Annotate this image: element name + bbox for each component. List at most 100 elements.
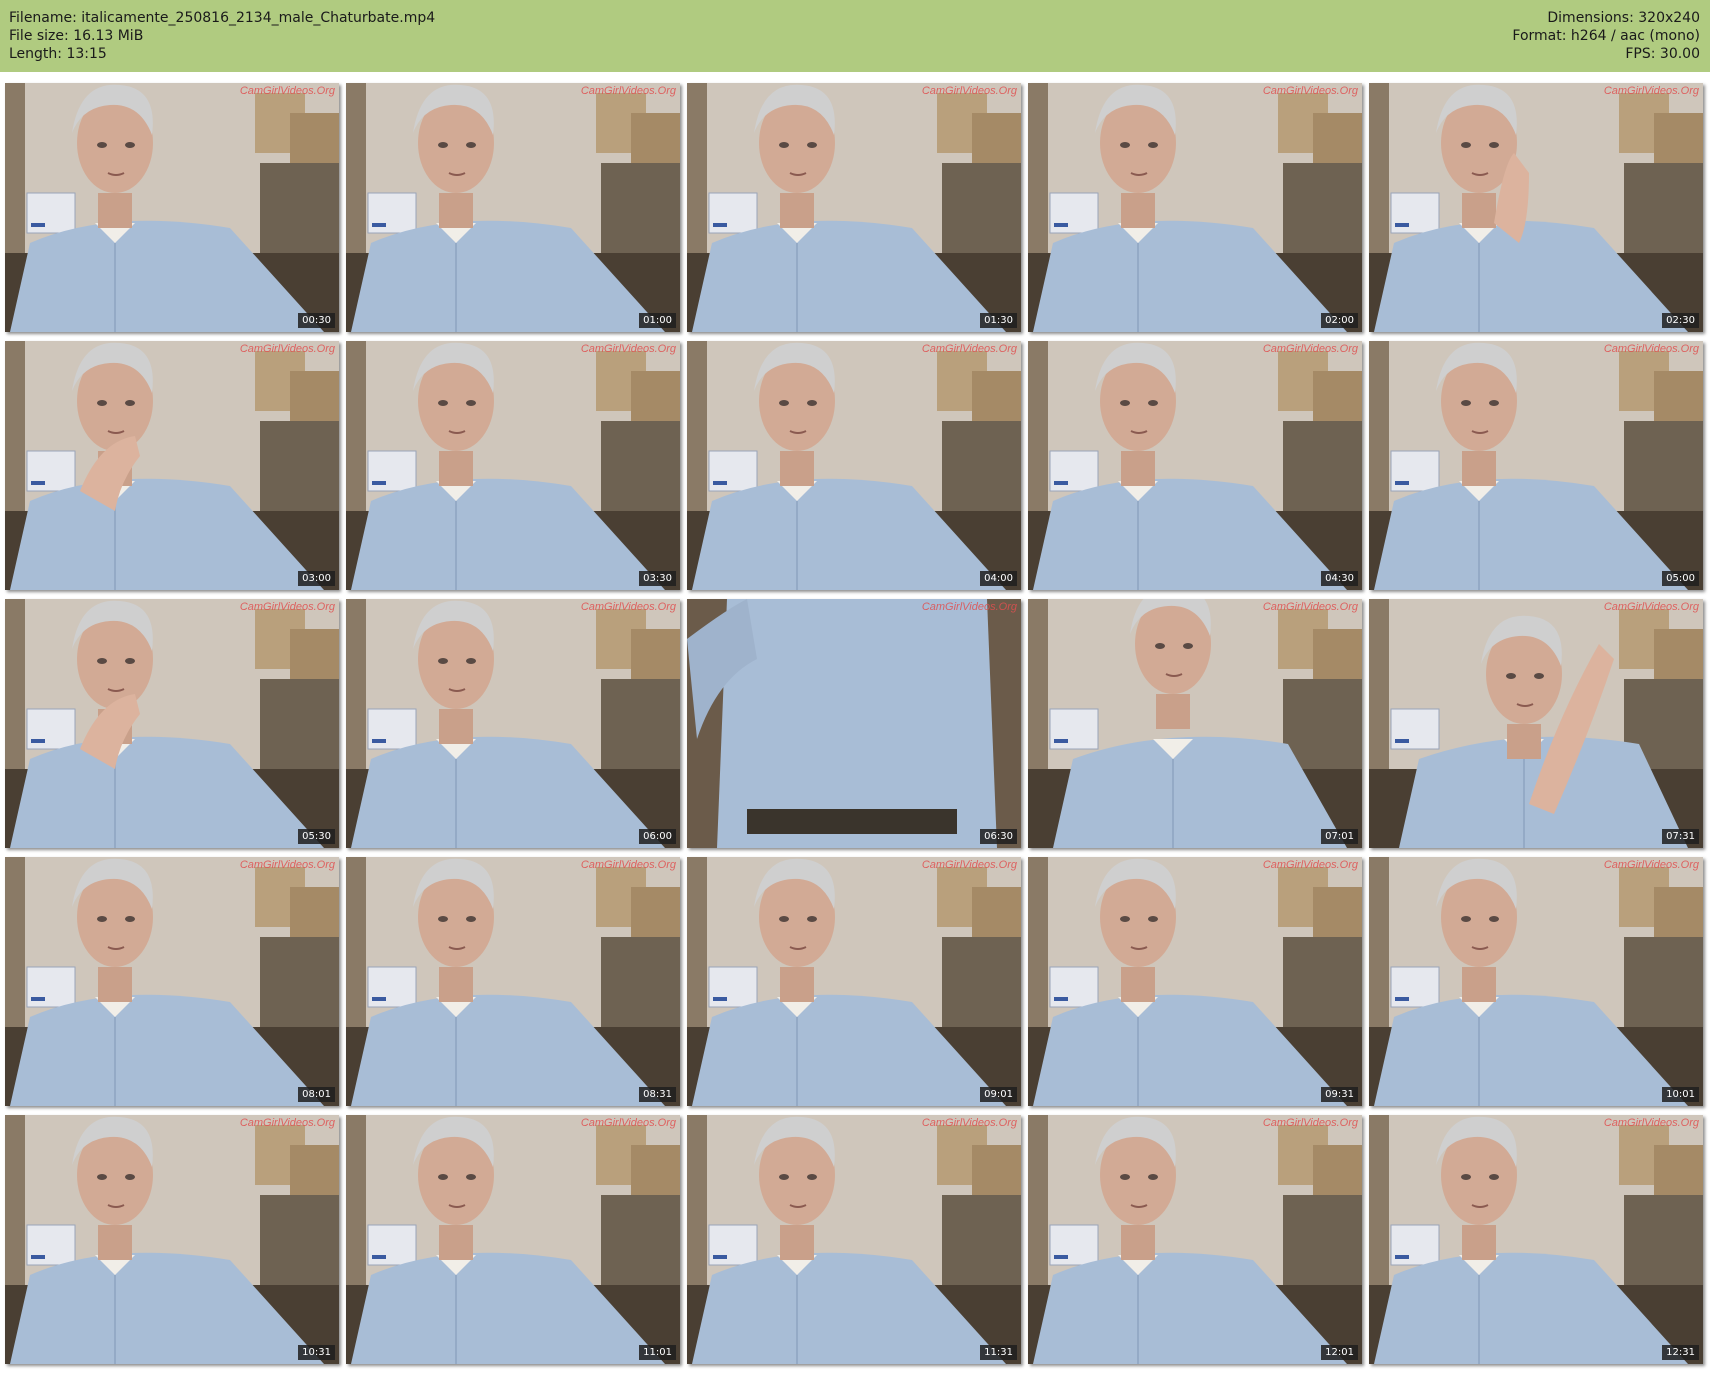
watermark-text: CamGirlVideos.Org: [921, 1117, 1017, 1129]
watermark-text: CamGirlVideos.Org: [239, 1117, 335, 1129]
thumbnail-frame: CamGirlVideos.Org 01:30: [687, 83, 1021, 332]
watermark-text: CamGirlVideos.Org: [580, 601, 676, 613]
watermark-text: CamGirlVideos.Org: [1603, 1117, 1699, 1129]
timestamp-label: 04:30: [1321, 571, 1358, 586]
watermark-text: CamGirlVideos.Org: [1262, 1117, 1358, 1129]
timestamp-label: 05:30: [298, 829, 335, 844]
watermark-text: CamGirlVideos.Org: [1262, 343, 1358, 355]
thumbnail-frame: CamGirlVideos.Org 02:30: [1369, 83, 1703, 332]
thumbnail-frame: CamGirlVideos.Org 07:01: [1028, 599, 1362, 848]
timestamp-label: 02:30: [1662, 313, 1699, 328]
dimensions-text: Dimensions: 320x240: [1547, 10, 1700, 26]
timestamp-label: 10:31: [298, 1345, 335, 1360]
timestamp-label: 05:00: [1662, 571, 1699, 586]
timestamp-label: 12:31: [1662, 1345, 1699, 1360]
thumbnail-frame: CamGirlVideos.Org 12:01: [1028, 1115, 1362, 1364]
frame-image: [1028, 83, 1362, 332]
timestamp-label: 03:00: [298, 571, 335, 586]
frame-image: [5, 83, 339, 332]
thumbnail-frame: CamGirlVideos.Org 04:00: [687, 341, 1021, 590]
watermark-text: CamGirlVideos.Org: [239, 343, 335, 355]
timestamp-label: 01:30: [980, 313, 1017, 328]
watermark-text: CamGirlVideos.Org: [921, 343, 1017, 355]
frame-image: [5, 341, 339, 590]
thumbnail-frame: CamGirlVideos.Org 12:31: [1369, 1115, 1703, 1364]
filename-text: Filename: italicamente_250816_2134_male_…: [9, 10, 436, 26]
watermark-text: CamGirlVideos.Org: [1603, 85, 1699, 97]
thumbnail-frame: CamGirlVideos.Org 03:00: [5, 341, 339, 590]
timestamp-label: 04:00: [980, 571, 1017, 586]
watermark-text: CamGirlVideos.Org: [239, 859, 335, 871]
metadata-left: Filename: italicamente_250816_2134_male_…: [9, 9, 435, 63]
watermark-text: CamGirlVideos.Org: [921, 601, 1017, 613]
thumbnail-frame: CamGirlVideos.Org 09:31: [1028, 857, 1362, 1106]
timestamp-label: 11:31: [980, 1345, 1017, 1360]
timestamp-label: 07:01: [1321, 829, 1358, 844]
frame-image: [1369, 599, 1703, 848]
frame-image: [346, 341, 680, 590]
frame-image: [346, 599, 680, 848]
timestamp-label: 02:00: [1321, 313, 1358, 328]
frame-image: [1369, 857, 1703, 1106]
timestamp-label: 09:01: [980, 1087, 1017, 1102]
thumbnail-frame: CamGirlVideos.Org 08:31: [346, 857, 680, 1106]
thumbnail-frame: CamGirlVideos.Org 10:31: [5, 1115, 339, 1364]
frame-image: [1028, 341, 1362, 590]
thumbnail-frame: CamGirlVideos.Org 02:00: [1028, 83, 1362, 332]
watermark-text: CamGirlVideos.Org: [239, 601, 335, 613]
timestamp-label: 12:01: [1321, 1345, 1358, 1360]
watermark-text: CamGirlVideos.Org: [580, 1117, 676, 1129]
watermark-text: CamGirlVideos.Org: [580, 343, 676, 355]
thumbnail-frame: CamGirlVideos.Org 05:30: [5, 599, 339, 848]
watermark-text: CamGirlVideos.Org: [1262, 859, 1358, 871]
thumbnail-frame: CamGirlVideos.Org 11:01: [346, 1115, 680, 1364]
watermark-text: CamGirlVideos.Org: [921, 859, 1017, 871]
thumbnail-frame: CamGirlVideos.Org 05:00: [1369, 341, 1703, 590]
watermark-text: CamGirlVideos.Org: [1603, 601, 1699, 613]
thumbnail-grid: CamGirlVideos.Org 00:30 CamGirlVideos.Org 0…: [5, 83, 1705, 1368]
timestamp-label: 01:00: [639, 313, 676, 328]
watermark-text: CamGirlVideos.Org: [1262, 601, 1358, 613]
thumbnail-frame: CamGirlVideos.Org 07:31: [1369, 599, 1703, 848]
frame-image: [1369, 1115, 1703, 1364]
format-text: Format: h264 / aac (mono): [1512, 28, 1700, 44]
frame-image: [1028, 1115, 1362, 1364]
timestamp-label: 06:00: [639, 829, 676, 844]
frame-image: [687, 599, 1021, 848]
timestamp-label: 10:01: [1662, 1087, 1699, 1102]
frame-image: [346, 1115, 680, 1364]
timestamp-label: 03:30: [639, 571, 676, 586]
frame-image: [1028, 599, 1362, 848]
watermark-text: CamGirlVideos.Org: [1603, 859, 1699, 871]
frame-image: [1369, 341, 1703, 590]
timestamp-label: 08:01: [298, 1087, 335, 1102]
timestamp-label: 11:01: [639, 1345, 676, 1360]
watermark-text: CamGirlVideos.Org: [580, 85, 676, 97]
frame-image: [687, 83, 1021, 332]
timestamp-label: 07:31: [1662, 829, 1699, 844]
thumbnail-frame: CamGirlVideos.Org 03:30: [346, 341, 680, 590]
frame-image: [5, 1115, 339, 1364]
frame-image: [1028, 857, 1362, 1106]
length-text: Length: 13:15: [9, 46, 107, 62]
thumbnail-frame: CamGirlVideos.Org 01:00: [346, 83, 680, 332]
thumbnail-frame: CamGirlVideos.Org 10:01: [1369, 857, 1703, 1106]
thumbnail-frame: CamGirlVideos.Org 08:01: [5, 857, 339, 1106]
timestamp-label: 09:31: [1321, 1087, 1358, 1102]
frame-image: [346, 83, 680, 332]
frame-image: [5, 857, 339, 1106]
thumbnail-frame: CamGirlVideos.Org 00:30: [5, 83, 339, 332]
thumbnail-frame: CamGirlVideos.Org 06:30: [687, 599, 1021, 848]
thumbnail-frame: CamGirlVideos.Org 09:01: [687, 857, 1021, 1106]
filesize-text: File size: 16.13 MiB: [9, 28, 144, 44]
watermark-text: CamGirlVideos.Org: [1262, 85, 1358, 97]
frame-image: [1369, 83, 1703, 332]
metadata-header: Filename: italicamente_250816_2134_male_…: [0, 0, 1710, 72]
thumbnail-frame: CamGirlVideos.Org 11:31: [687, 1115, 1021, 1364]
frame-image: [687, 857, 1021, 1106]
timestamp-label: 06:30: [980, 829, 1017, 844]
fps-text: FPS: 30.00: [1625, 46, 1700, 62]
watermark-text: CamGirlVideos.Org: [580, 859, 676, 871]
thumbnail-frame: CamGirlVideos.Org 04:30: [1028, 341, 1362, 590]
timestamp-label: 00:30: [298, 313, 335, 328]
